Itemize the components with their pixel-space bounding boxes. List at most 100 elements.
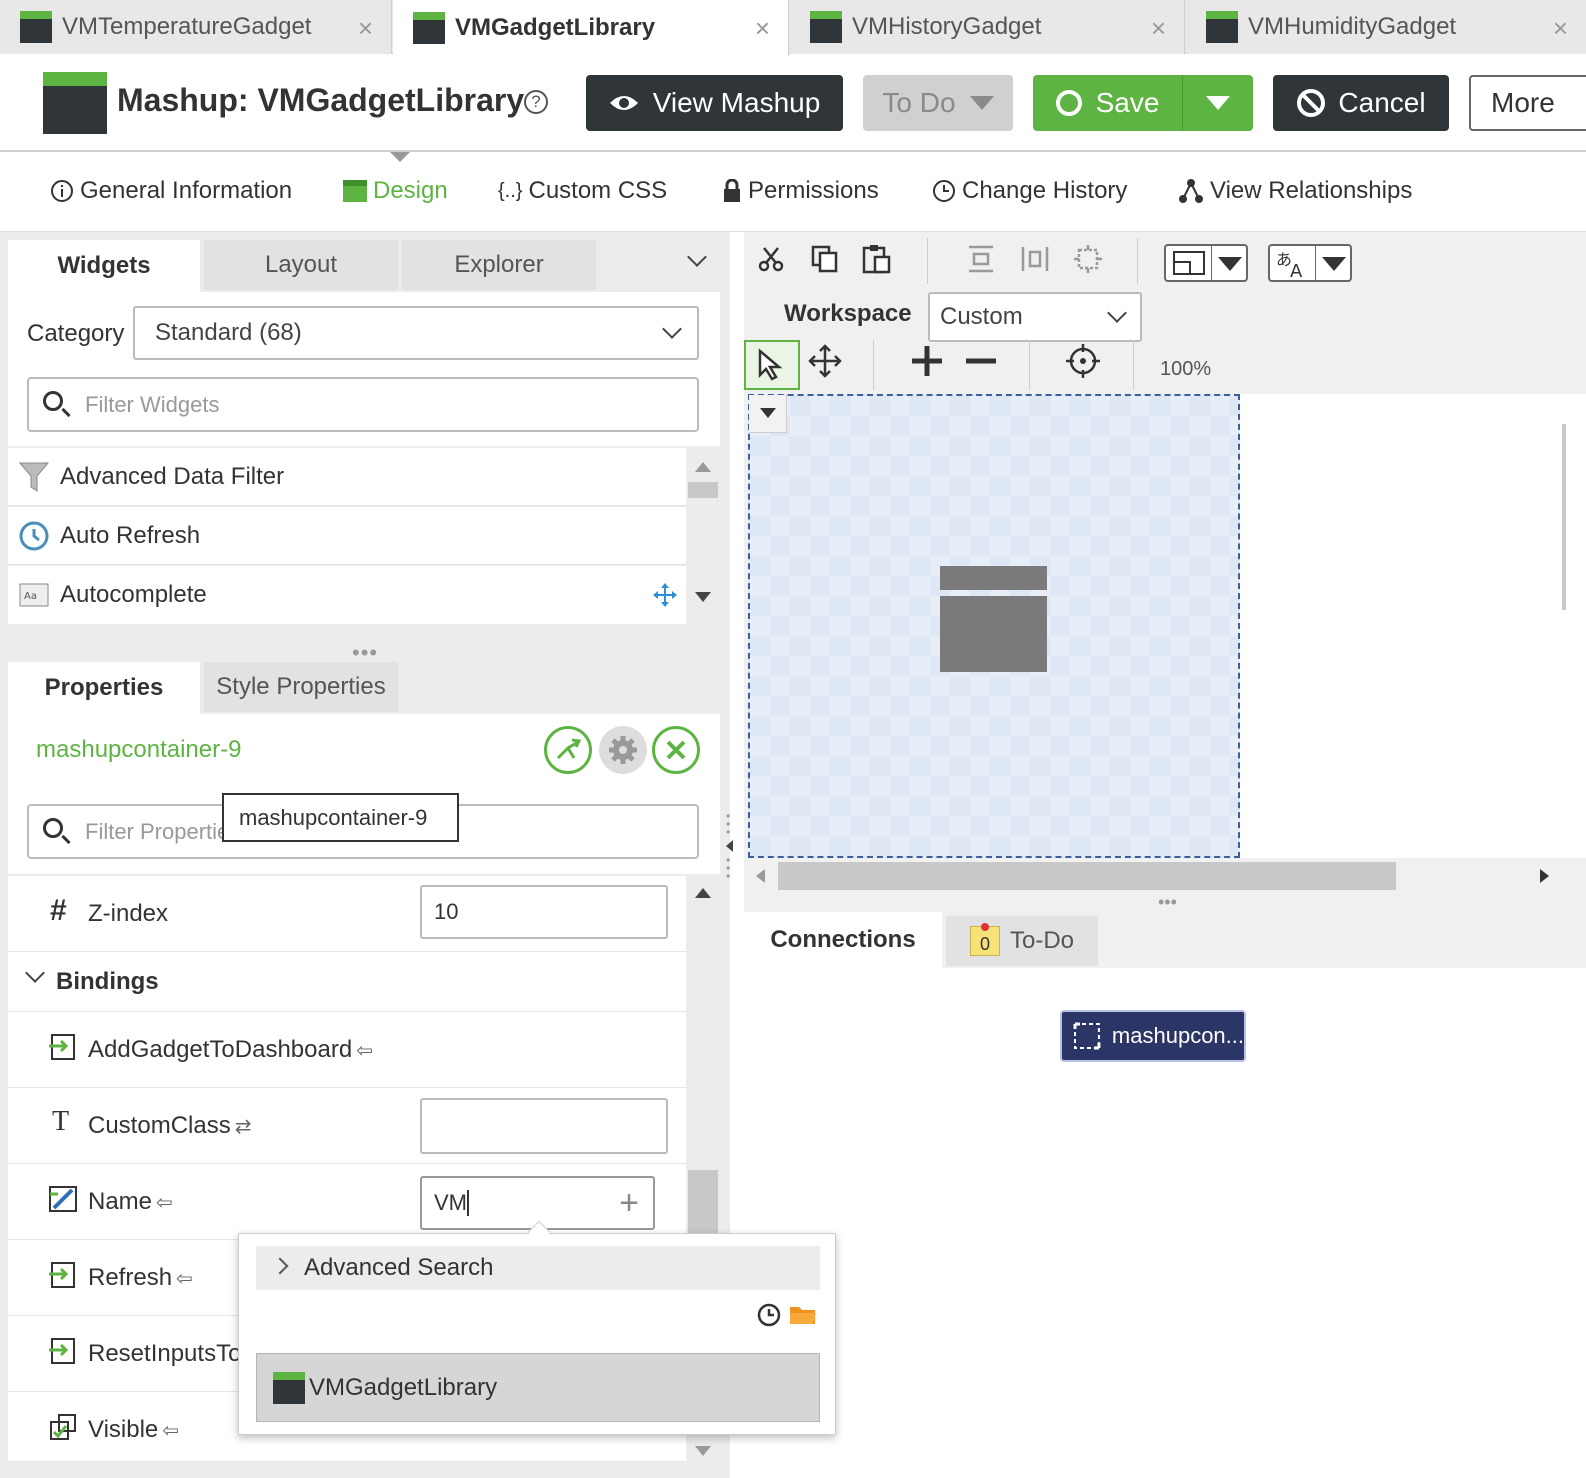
select-tool-button[interactable] bbox=[744, 340, 800, 390]
chevron-down-icon bbox=[969, 96, 994, 110]
bindings-section-header[interactable]: Bindings bbox=[8, 952, 686, 1012]
close-icon[interactable]: × bbox=[1553, 13, 1568, 44]
widget-settings-button[interactable] bbox=[599, 726, 647, 774]
canvas-horizontal-scroll[interactable] bbox=[748, 860, 1562, 892]
close-icon[interactable]: × bbox=[1151, 13, 1166, 44]
scroll-thumb[interactable] bbox=[688, 1170, 718, 1240]
paste-icon[interactable] bbox=[860, 242, 894, 276]
scroll-thumb[interactable] bbox=[778, 862, 1396, 890]
pan-tool-icon[interactable] bbox=[808, 344, 842, 378]
doc-tab-vmhumiditygadget[interactable]: VMHumidityGadget × bbox=[1186, 0, 1586, 54]
remove-widget-button[interactable] bbox=[652, 726, 700, 774]
connection-node-mashupcontainer[interactable]: mashupcon... bbox=[1060, 1010, 1246, 1062]
localization-dropdown[interactable]: あA bbox=[1268, 244, 1352, 282]
chevron-down-icon bbox=[25, 963, 45, 983]
todo-dropdown-button[interactable]: To Do bbox=[863, 75, 1013, 131]
category-select[interactable]: Standard (68) bbox=[133, 306, 699, 360]
view-mashup-button[interactable]: View Mashup bbox=[586, 75, 843, 131]
container-menu-button[interactable] bbox=[749, 395, 787, 433]
advanced-search-toggle[interactable]: Advanced Search bbox=[256, 1246, 820, 1290]
nav-permissions[interactable]: Permissions bbox=[722, 177, 879, 205]
tab-explorer[interactable]: Explorer bbox=[402, 240, 596, 290]
scroll-down-icon[interactable] bbox=[695, 592, 711, 602]
splitter-handle[interactable]: ••• bbox=[1158, 892, 1177, 913]
scroll-up-icon[interactable] bbox=[695, 888, 711, 898]
save-options-button[interactable] bbox=[1182, 75, 1253, 131]
bind-widget-button[interactable] bbox=[544, 726, 592, 774]
nav-custom-css[interactable]: {..} Custom CSS bbox=[498, 177, 667, 205]
zoom-in-icon[interactable] bbox=[910, 344, 944, 378]
nav-change-history[interactable]: Change History bbox=[932, 177, 1127, 205]
help-icon[interactable]: ? bbox=[524, 90, 548, 114]
lock-icon bbox=[724, 179, 740, 202]
entity-result-item[interactable]: VMGadgetLibrary bbox=[256, 1353, 820, 1422]
tab-connections[interactable]: Connections bbox=[744, 912, 942, 968]
scroll-down-icon[interactable] bbox=[695, 1446, 711, 1456]
close-icon[interactable]: × bbox=[358, 13, 373, 44]
bind-target-icon[interactable]: ⇦ bbox=[156, 1192, 173, 1214]
design-icon bbox=[343, 180, 367, 202]
distribute-vertical-icon[interactable] bbox=[964, 242, 998, 276]
bind-target-icon[interactable]: ⇦ bbox=[162, 1420, 179, 1442]
move-icon[interactable] bbox=[652, 582, 678, 608]
tab-style-properties[interactable]: Style Properties bbox=[204, 662, 398, 712]
scroll-thumb[interactable] bbox=[688, 482, 718, 498]
search-icon bbox=[43, 818, 63, 838]
tab-widgets[interactable]: Widgets bbox=[8, 240, 200, 292]
doc-tab-vmgadgetlibrary[interactable]: VMGadgetLibrary × bbox=[393, 0, 789, 56]
binding-label: Name ⇦ bbox=[88, 1188, 173, 1216]
chevron-down-icon bbox=[1322, 257, 1346, 271]
folder-icon[interactable] bbox=[789, 1304, 817, 1326]
close-icon[interactable]: × bbox=[755, 13, 770, 44]
bind-target-icon[interactable]: ⇦ bbox=[356, 1040, 373, 1062]
filter-properties-placeholder: Filter Properties bbox=[85, 818, 241, 844]
doc-tab-label: VMHumidityGadget bbox=[1248, 13, 1457, 40]
copy-icon[interactable] bbox=[808, 242, 842, 276]
layout-view-dropdown[interactable] bbox=[1164, 244, 1248, 282]
customclass-input[interactable] bbox=[420, 1098, 668, 1154]
canvas-vertical-scroll[interactable] bbox=[1562, 394, 1586, 858]
cut-icon[interactable] bbox=[754, 242, 788, 276]
distribute-horizontal-icon[interactable] bbox=[1018, 242, 1052, 276]
tab-layout[interactable]: Layout bbox=[204, 240, 398, 290]
nav-view-relationships[interactable]: View Relationships bbox=[1178, 177, 1412, 205]
filter-widgets-input[interactable]: Filter Widgets bbox=[27, 377, 699, 432]
nav-design[interactable]: Design bbox=[343, 177, 448, 205]
scroll-up-icon[interactable] bbox=[695, 462, 711, 472]
binding-row-addgadgettodashboard[interactable]: AddGadgetToDashboard ⇦ bbox=[8, 1012, 686, 1088]
list-item[interactable]: Auto Refresh bbox=[8, 507, 686, 565]
workspace-select[interactable]: Custom bbox=[928, 292, 1142, 342]
recent-clock-icon[interactable] bbox=[756, 1302, 782, 1328]
zoom-out-icon[interactable] bbox=[964, 344, 998, 378]
refresh-icon bbox=[18, 520, 50, 552]
more-button[interactable]: More bbox=[1469, 75, 1586, 131]
doc-tab-vmtemperaturegadget[interactable]: VMTemperatureGadget × bbox=[0, 0, 392, 54]
nav-label: View Relationships bbox=[1210, 177, 1413, 204]
toolbar-divider bbox=[873, 340, 874, 390]
zindex-input[interactable]: 10 bbox=[420, 885, 668, 939]
chevron-down-icon bbox=[1206, 96, 1230, 110]
scroll-right-icon[interactable] bbox=[1540, 869, 1549, 883]
widget-list-scrollbar[interactable] bbox=[688, 448, 718, 616]
nav-general-information[interactable]: General Information bbox=[50, 177, 292, 205]
bind-target-icon[interactable]: ⇦ bbox=[176, 1268, 193, 1290]
list-item[interactable]: Aa Autocomplete bbox=[8, 566, 686, 624]
scroll-thumb[interactable] bbox=[1562, 424, 1566, 610]
zindex-label: Z-index bbox=[88, 900, 169, 927]
tab-properties[interactable]: Properties bbox=[8, 662, 200, 714]
add-icon[interactable]: + bbox=[619, 1184, 639, 1223]
bind-both-icon[interactable]: ⇄ bbox=[235, 1116, 252, 1138]
save-button[interactable]: Save bbox=[1033, 75, 1182, 131]
scroll-left-icon[interactable] bbox=[756, 869, 765, 883]
list-item[interactable]: Advanced Data Filter bbox=[8, 448, 686, 506]
text-cursor bbox=[467, 1190, 469, 1216]
doc-tab-vmhistorygadget[interactable]: VMHistoryGadget × bbox=[790, 0, 1185, 54]
panel-splitter[interactable]: • • • • • • bbox=[726, 810, 736, 896]
center-icon[interactable] bbox=[1066, 344, 1100, 378]
widget-label: Auto Refresh bbox=[60, 521, 201, 549]
binding-label-text: AddGadgetToDashboard bbox=[88, 1036, 353, 1063]
tab-todo[interactable]: 0 To-Do bbox=[946, 916, 1098, 966]
collapse-left-icon[interactable] bbox=[726, 840, 733, 852]
cancel-button[interactable]: Cancel bbox=[1273, 75, 1449, 131]
fit-content-icon[interactable] bbox=[1071, 242, 1105, 276]
